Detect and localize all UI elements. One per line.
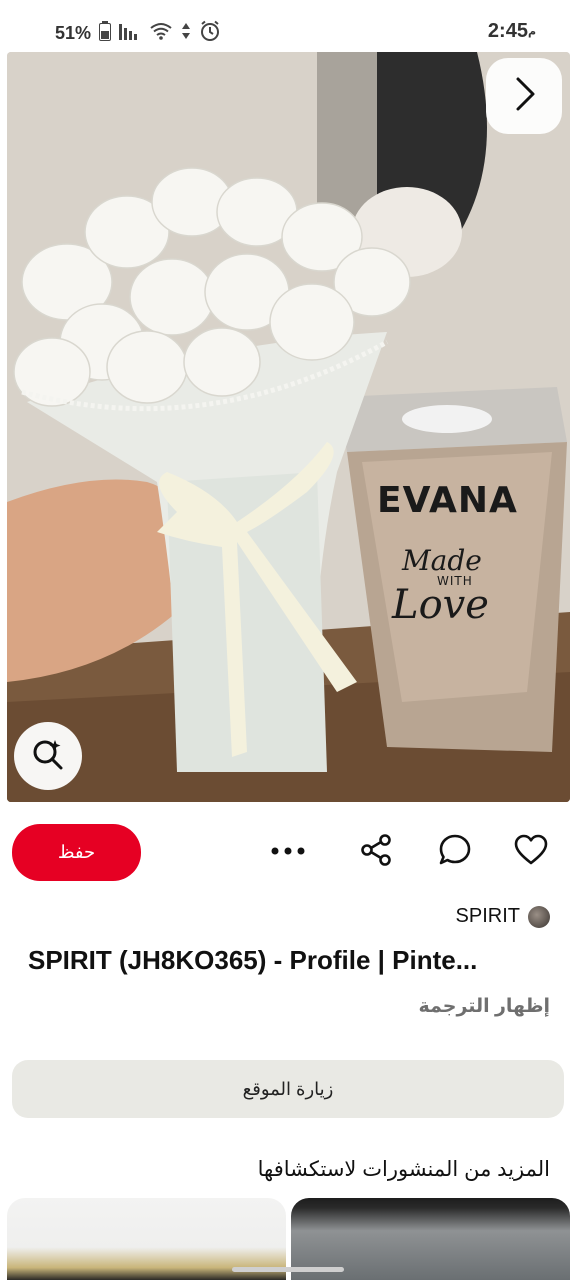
pin-actions: حفظ <box>0 820 576 886</box>
heart-icon <box>514 834 548 871</box>
alarm-icon <box>199 20 221 47</box>
box-text-line3: Love <box>392 582 489 628</box>
box-brand-text: EVANA <box>377 480 518 521</box>
avatar[interactable] <box>528 905 550 928</box>
more-icon <box>270 843 306 861</box>
clock-time: 2:45 <box>487 20 528 42</box>
clock-ampm: م <box>527 26 536 39</box>
comment-button[interactable] <box>437 834 473 870</box>
pin-image[interactable]: EVANA Made WITH Love <box>7 52 570 802</box>
home-indicator[interactable] <box>232 1267 344 1272</box>
show-translation-link[interactable]: إظهار الترجمة <box>419 995 550 1018</box>
comment-icon <box>438 833 472 872</box>
pin-title: SPIRIT (JH8KO365) - Profile | Pinte... <box>28 945 478 975</box>
share-button[interactable] <box>358 833 394 872</box>
like-button[interactable] <box>513 834 549 870</box>
status-bar: 51% م2:45 <box>0 0 576 56</box>
save-button[interactable]: حفظ <box>12 824 141 881</box>
pin-photo-illustration <box>7 52 570 802</box>
status-left: 51% <box>55 20 221 47</box>
chevron-right-icon <box>509 75 539 118</box>
battery-percent: 51% <box>55 23 92 43</box>
battery-icon <box>99 21 112 46</box>
creator-row[interactable]: SPIRIT <box>456 905 550 928</box>
visual-search-button[interactable] <box>14 722 82 790</box>
signal-icon <box>119 22 141 45</box>
box-text-line1: Made <box>402 544 482 577</box>
data-arrows-icon <box>181 22 191 45</box>
visit-site-button[interactable]: زيارة الموقع <box>12 1060 564 1118</box>
share-icon <box>359 833 393 872</box>
wifi-icon <box>149 22 173 45</box>
clock: م2:45 <box>488 20 540 43</box>
visual-search-icon <box>31 737 65 776</box>
more-options-button[interactable] <box>270 834 306 870</box>
more-to-explore-heading: المزيد من المنشورات لاستكشافها <box>257 1158 550 1181</box>
next-pin-button[interactable] <box>486 58 562 134</box>
creator-name[interactable]: SPIRIT <box>456 905 520 928</box>
